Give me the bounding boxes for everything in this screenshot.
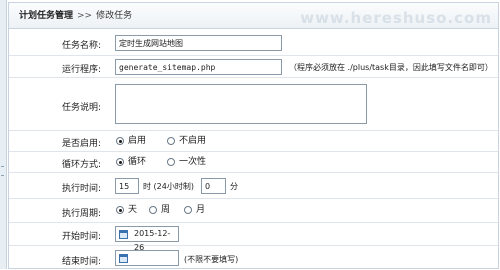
- end-time-hint: (不限不要填写): [184, 255, 239, 264]
- radio-period-day[interactable]: [116, 206, 124, 214]
- program-label: 运行程序:: [61, 65, 101, 75]
- period-option-day[interactable]: 天: [116, 203, 137, 218]
- radio-loop[interactable]: [116, 158, 124, 166]
- program-input[interactable]: [115, 59, 282, 75]
- row-end-time: 结束时间: (不限不要填写): [9, 246, 498, 270]
- loop-option-once[interactable]: 一次性: [167, 155, 206, 170]
- start-time-label: 开始时间:: [61, 232, 101, 242]
- end-time-label: 结束时间:: [61, 257, 101, 267]
- hour-input[interactable]: [115, 178, 139, 194]
- loop-option-once-label: 一次性: [179, 157, 207, 167]
- task-name-label: 任务名称:: [61, 41, 101, 51]
- radio-once[interactable]: [167, 158, 175, 166]
- row-enabled: 是否启用: 启用 不启用: [9, 131, 498, 152]
- row-run-time: 执行时间: 时 (24小时制) 分: [9, 173, 498, 199]
- start-time-input[interactable]: 2015-12-26: [115, 226, 179, 252]
- left-frame-strip: [0, 0, 7, 269]
- row-loop-mode: 循环方式: 循环 一次性: [9, 152, 498, 173]
- breadcrumb-page: 修改任务: [96, 11, 133, 21]
- description-textarea[interactable]: [115, 84, 367, 124]
- breadcrumb-separator: >>: [77, 11, 93, 21]
- minute-input[interactable]: [201, 178, 226, 194]
- radio-enabled-off[interactable]: [167, 137, 175, 145]
- watermark: www.hereshuso.com: [300, 9, 492, 27]
- radio-enabled-on[interactable]: [116, 137, 124, 145]
- run-time-label: 执行时间:: [61, 184, 101, 194]
- row-description: 任务说明:: [9, 78, 498, 131]
- calendar-icon[interactable]: [119, 230, 128, 239]
- period-option-day-label: 天: [128, 205, 138, 215]
- loop-mode-label: 循环方式:: [61, 160, 101, 170]
- breadcrumb: 计划任务管理 >> 修改任务 www.hereshuso.com: [9, 3, 498, 29]
- period-option-month[interactable]: 月: [184, 203, 205, 218]
- radio-period-month[interactable]: [184, 206, 192, 214]
- period-option-week[interactable]: 周: [149, 203, 170, 218]
- loop-option-loop-label: 循环: [128, 157, 147, 167]
- row-program: 运行程序: （程序必须放在 ./plus/task目录，因此填写文件名即可）: [9, 56, 498, 78]
- enabled-option-on-label: 启用: [128, 136, 147, 146]
- calendar-icon[interactable]: [119, 254, 128, 263]
- period-label: 执行周期:: [61, 209, 101, 219]
- loop-option-loop[interactable]: 循环: [116, 155, 146, 170]
- frame-resize-grip[interactable]: [1, 166, 4, 176]
- enabled-label: 是否启用:: [61, 139, 101, 149]
- period-option-month-label: 月: [196, 205, 206, 215]
- hour-unit-label: 时 (24小时制): [143, 182, 194, 191]
- enabled-option-off-label: 不启用: [179, 136, 207, 146]
- enabled-option-on[interactable]: 启用: [116, 134, 146, 149]
- task-name-input[interactable]: [115, 35, 282, 51]
- row-task-name: 任务名称:: [9, 29, 498, 56]
- program-hint: （程序必须放在 ./plus/task目录，因此填写文件名即可）: [289, 63, 493, 72]
- breadcrumb-section[interactable]: 计划任务管理: [19, 11, 73, 21]
- radio-period-week[interactable]: [149, 206, 157, 214]
- main-panel: 计划任务管理 >>修改任务 www.hereshuso.com 任务名称: 运行程…: [8, 2, 499, 269]
- enabled-option-off[interactable]: 不启用: [167, 134, 206, 149]
- row-start-time: 开始时间: 2015-12-26: [9, 223, 498, 252]
- minute-unit-label: 分: [230, 182, 238, 191]
- period-option-week-label: 周: [161, 205, 171, 215]
- end-time-input[interactable]: [115, 250, 179, 266]
- description-label: 任务说明:: [61, 103, 101, 113]
- row-period: 执行周期: 天 周 月: [9, 199, 498, 223]
